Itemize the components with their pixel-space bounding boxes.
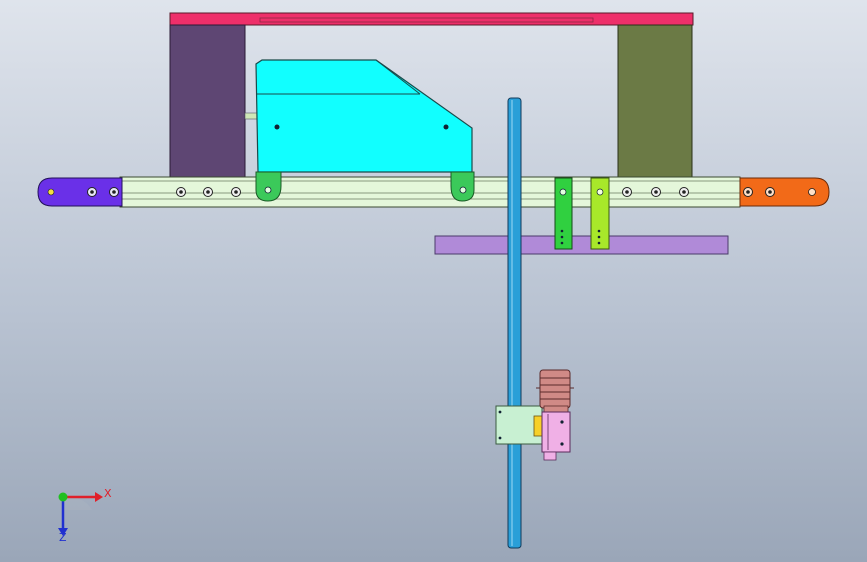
guide-rod [244,112,258,120]
housing-screw-hole [443,124,449,130]
motor-body[interactable] [541,411,571,453]
z-axis-label: Z [59,531,67,544]
motor-coupling[interactable] [536,369,574,409]
slider-left[interactable] [554,177,573,250]
y-axis-indicator [58,492,68,502]
cad-viewport[interactable]: X Z [0,0,867,562]
cover-housing[interactable] [255,59,473,173]
vertical-shaft[interactable] [507,97,522,549]
slider-right[interactable] [590,177,610,250]
right-end-cap[interactable] [739,177,830,207]
horizontal-cross-bar[interactable] [434,235,729,255]
top-beam[interactable] [169,12,694,26]
x-axis-arrowhead [95,492,103,502]
housing-screw-hole [274,124,280,130]
x-axis-label: X [104,487,112,500]
left-end-cap[interactable] [37,177,123,207]
cad-assembly-view[interactable]: X Z [0,0,867,562]
coordinate-triad[interactable]: X Z [58,487,112,544]
